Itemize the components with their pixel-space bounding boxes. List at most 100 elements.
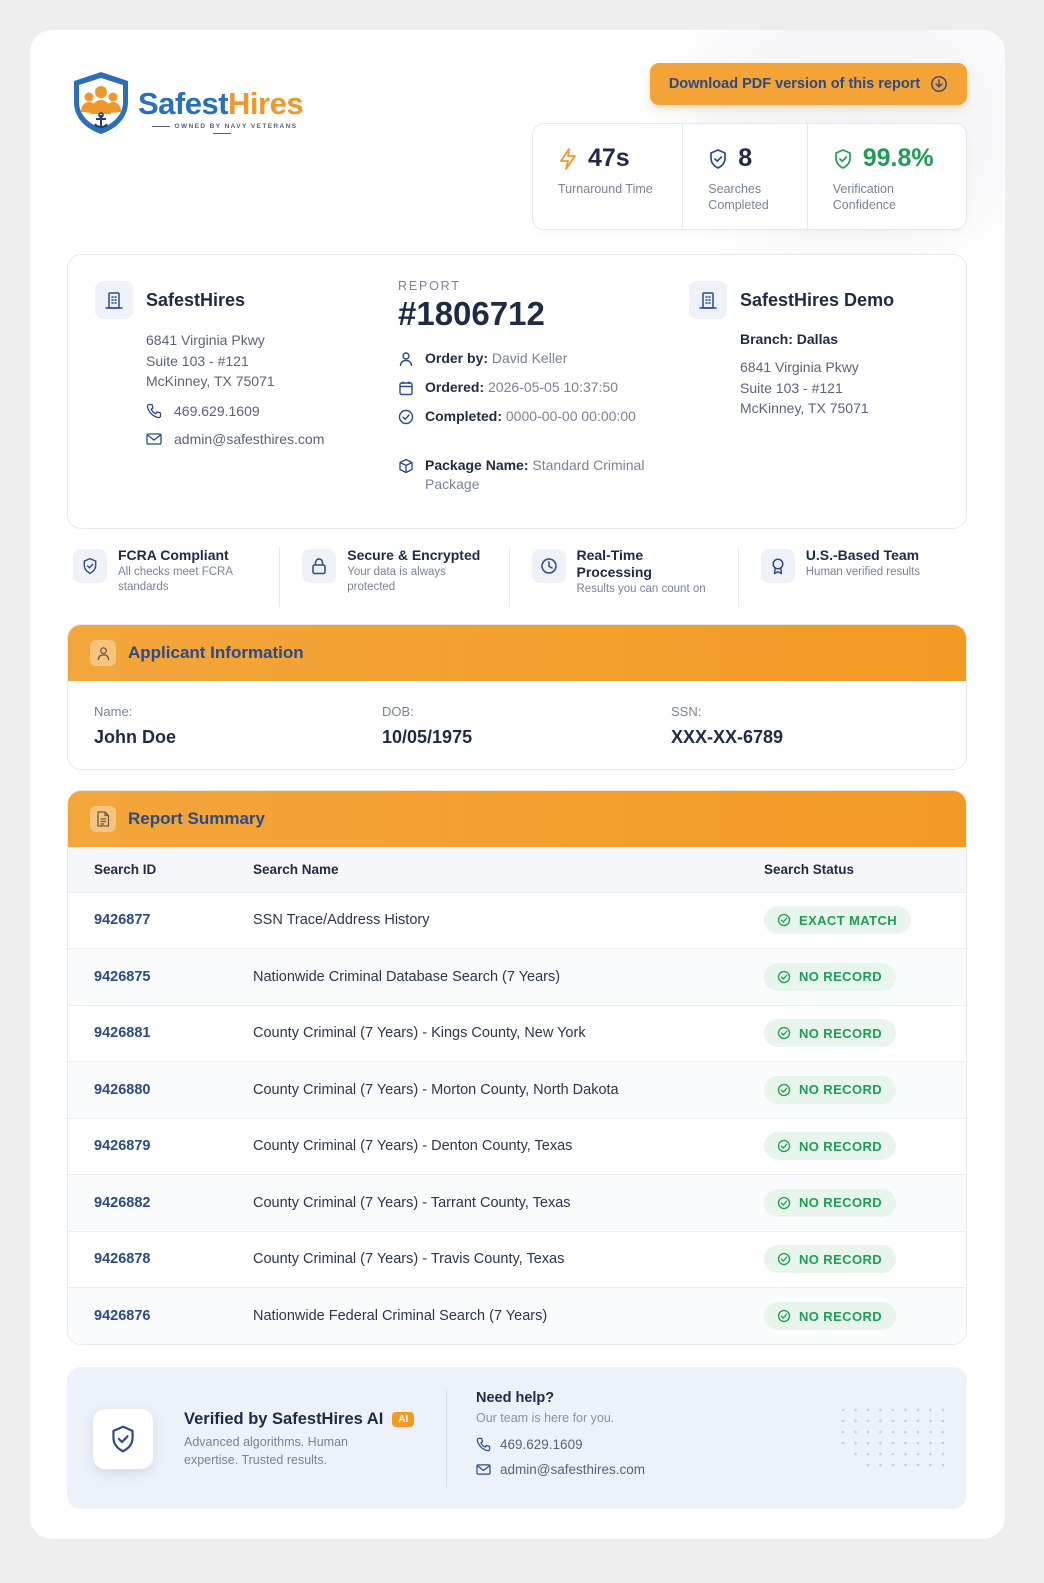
company-email[interactable]: admin@safesthires.com	[146, 431, 324, 447]
table-row: 9426881 County Criminal (7 Years) - Kings…	[68, 1004, 966, 1062]
calendar-icon	[399, 381, 413, 396]
stat-searches: 8 Searches Completed	[682, 124, 806, 229]
table-row: 9426876 Nationwide Federal Criminal Searc…	[68, 1287, 966, 1344]
help-title: Need help?	[476, 1390, 555, 1406]
check-circle-icon	[398, 409, 414, 425]
status-badge: NO RECORD	[764, 1302, 897, 1330]
search-name: County Criminal (7 Years) - Tarrant Coun…	[253, 1194, 571, 1211]
footer-email[interactable]: admin@safesthires.com	[476, 1462, 645, 1477]
check-circle-icon	[777, 1027, 791, 1040]
table-header-row: Search ID Search Name Search Status	[68, 847, 966, 892]
dot-pattern-decoration	[841, 1408, 945, 1467]
verified-title: Verified by SafestHires AI AI	[184, 1410, 415, 1429]
download-circle-icon	[931, 76, 948, 92]
footer-divider	[446, 1389, 447, 1487]
search-id-link[interactable]: 9426879	[94, 1138, 150, 1154]
shield-check-icon	[834, 148, 851, 169]
search-name: SSN Trace/Address History	[253, 912, 430, 929]
check-circle-icon	[777, 1140, 791, 1153]
ssn-label: SSN:	[671, 704, 702, 719]
table-row: 9426879 County Criminal (7 Years) - Dento…	[68, 1117, 966, 1175]
status-badge: NO RECORD	[764, 1075, 897, 1104]
mail-icon	[146, 433, 162, 445]
summary-title: Report Summary	[128, 809, 265, 828]
applicant-title: Applicant Information	[128, 643, 304, 662]
summary-header: Report Summary	[68, 791, 966, 847]
check-circle-icon	[777, 1083, 791, 1096]
user-icon	[399, 352, 413, 367]
stat-turnaround: 47s Turnaround Time	[533, 124, 682, 229]
verified-subtitle: Advanced algorithms. Human expertise. Tr…	[184, 1435, 348, 1467]
award-icon	[760, 549, 795, 583]
stat-value: 8	[738, 144, 753, 172]
feature-secure: Secure & Encrypted Your data is always pr…	[279, 547, 508, 607]
document-icon	[90, 806, 116, 832]
footer-panel: Verified by SafestHires AI AI Advanced a…	[67, 1367, 967, 1509]
search-name: County Criminal (7 Years) - Kings County…	[253, 1025, 586, 1042]
summary-panel: Report Summary Search ID Search Name Sea…	[67, 790, 967, 1345]
user-icon	[90, 640, 116, 666]
table-row: 9426882 County Criminal (7 Years) - Tarra…	[68, 1174, 966, 1231]
search-id-link[interactable]: 9426882	[94, 1195, 150, 1211]
column-header: Search ID	[68, 847, 253, 892]
dob-label: DOB:	[382, 704, 414, 719]
clock-icon	[531, 549, 566, 583]
name-label: Name:	[94, 704, 133, 719]
check-circle-icon	[777, 914, 791, 927]
verified-shield-icon	[93, 1409, 153, 1469]
feature-fcra: FCRA Compliant All checks meet FCRA stand…	[67, 547, 279, 607]
company-address: 6841 Virginia Pkwy Suite 103 - #121 McKi…	[146, 332, 275, 389]
search-name: Nationwide Federal Criminal Search (7 Ye…	[253, 1308, 548, 1324]
column-header: Search Status	[764, 847, 966, 892]
feature-realtime: Real-Time Processing Results you can coun…	[508, 547, 738, 607]
search-id-link[interactable]: 9426877	[94, 912, 150, 928]
report-card: SafestHires OWNED BY NAVY VETERANS Downl…	[30, 30, 1005, 1539]
applicant-header: Applicant Information	[68, 625, 966, 681]
applicant-dob: 10/05/1975	[382, 727, 473, 747]
features-row: FCRA Compliant All checks meet FCRA stand…	[67, 547, 967, 607]
check-circle-icon	[777, 970, 791, 983]
report-info-box: SafestHires 6841 Virginia Pkwy Suite 103…	[67, 254, 967, 529]
download-pdf-button[interactable]: Download PDF version of this report	[650, 63, 967, 105]
shield-check-icon	[710, 148, 727, 169]
status-badge: NO RECORD	[764, 1019, 897, 1048]
check-circle-icon	[777, 1253, 791, 1266]
search-id-link[interactable]: 9426881	[94, 1025, 150, 1041]
search-id-link[interactable]: 9426880	[94, 1082, 150, 1098]
building-icon	[689, 281, 727, 319]
logo-tagline: OWNED BY NAVY VETERANS	[138, 123, 306, 137]
applicant-panel: Applicant Information Name: John Doe DOB…	[67, 624, 967, 770]
table-row: 9426875 Nationwide Criminal Database Sear…	[68, 948, 966, 1005]
lock-icon	[302, 549, 337, 583]
stat-confidence: 99.8% Verification Confidence	[806, 124, 966, 229]
package-row: Package Name: Standard Criminal Package	[398, 456, 668, 494]
check-circle-icon	[777, 1309, 791, 1323]
order-by-row: Order by: David Keller	[398, 349, 668, 368]
stat-label: Verification Confidence	[832, 182, 896, 212]
shield-logo-icon	[74, 72, 128, 134]
search-name: County Criminal (7 Years) - Morton Count…	[253, 1081, 619, 1098]
help-subtitle: Our team is here for you.	[476, 1411, 615, 1425]
search-id-link[interactable]: 9426876	[94, 1308, 150, 1324]
ordered-row: Ordered: 2026-05-05 10:37:50	[398, 378, 668, 397]
search-name: County Criminal (7 Years) - Denton Count…	[253, 1138, 573, 1155]
phone-icon	[476, 1437, 491, 1452]
footer-phone[interactable]: 469.629.1609	[476, 1437, 583, 1452]
phone-icon	[146, 403, 162, 419]
applicant-ssn: XXX-XX-6789	[671, 727, 784, 747]
stats-panel: 47s Turnaround Time 8 Searches Completed…	[532, 123, 967, 230]
column-header: Search Name	[253, 847, 764, 892]
safesthires-logo[interactable]: SafestHires OWNED BY NAVY VETERANS	[70, 70, 310, 138]
feature-usteam: U.S.-Based Team Human verified results	[737, 547, 967, 607]
search-id-link[interactable]: 9426875	[94, 969, 150, 985]
check-circle-icon	[777, 1196, 791, 1209]
client-address: 6841 Virginia Pkwy Suite 103 - #121 McKi…	[740, 359, 869, 416]
search-id-link[interactable]: 9426878	[94, 1251, 150, 1267]
company-phone[interactable]: 469.629.1609	[146, 403, 260, 419]
download-pdf-label: Download PDF version of this report	[668, 76, 921, 92]
status-badge: NO RECORD	[764, 1188, 897, 1217]
summary-table: Search ID Search Name Search Status 9426…	[68, 847, 966, 1344]
table-row: 9426880 County Criminal (7 Years) - Morto…	[68, 1061, 966, 1118]
search-name: County Criminal (7 Years) - Travis Count…	[253, 1251, 565, 1268]
applicant-body: Name: John Doe DOB: 10/05/1975 SSN: XXX-…	[68, 681, 966, 769]
